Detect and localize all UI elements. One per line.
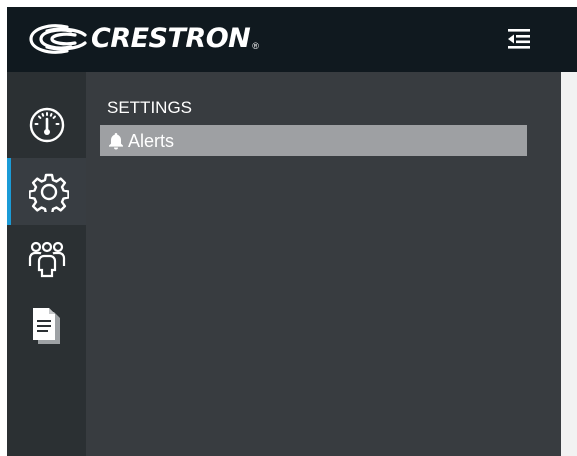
registered-mark: ® xyxy=(252,41,259,51)
document-icon xyxy=(32,307,60,344)
nav-item-users[interactable] xyxy=(7,225,86,292)
bell-icon xyxy=(109,132,123,149)
nav-item-documents[interactable] xyxy=(7,292,86,359)
alerts-label: Alerts xyxy=(128,130,175,151)
settings-item-alerts[interactable]: Alerts xyxy=(100,125,527,156)
content-area xyxy=(561,72,577,456)
panel-title: SETTINGS xyxy=(107,98,193,117)
gear-icon xyxy=(28,173,69,212)
dashboard-gauge-icon xyxy=(29,107,64,142)
crestron-logo: CRESTRON ® xyxy=(27,21,259,57)
top-bar: CRESTRON ® xyxy=(7,7,577,72)
icon-sidebar xyxy=(7,72,86,456)
users-icon xyxy=(28,241,65,277)
brand-name: CRESTRON xyxy=(91,23,251,54)
nav-item-settings[interactable] xyxy=(7,158,86,225)
crestron-swirl-icon xyxy=(29,24,87,54)
collapse-menu-icon xyxy=(508,29,530,49)
settings-panel: SETTINGS Alerts xyxy=(86,72,561,456)
collapse-menu-button[interactable] xyxy=(505,26,533,52)
app-window: CRESTRON ® SETTINGS Alerts xyxy=(7,7,577,456)
nav-item-dashboard[interactable] xyxy=(7,91,86,158)
